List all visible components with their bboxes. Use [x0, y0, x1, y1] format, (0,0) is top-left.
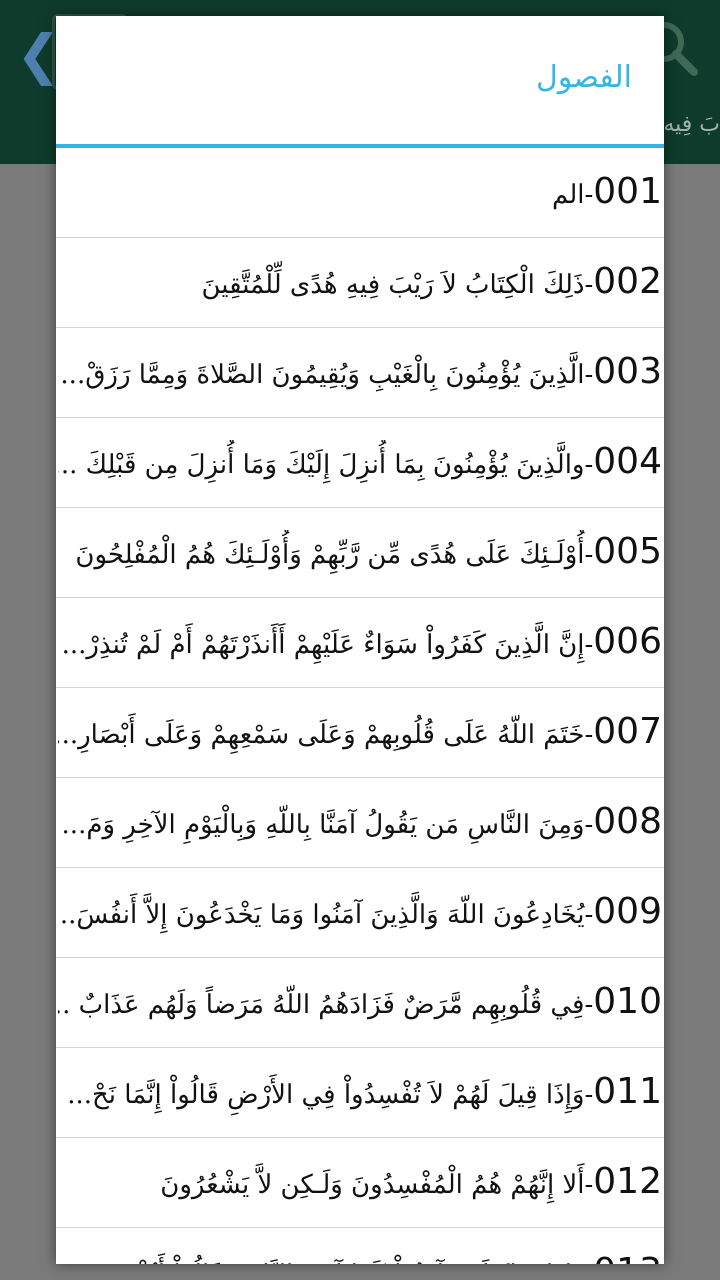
- list-item[interactable]: 002-ذَلِكَ الْكِتَابُ لاَ رَيْبَ فِيهِ ه…: [56, 238, 664, 328]
- chapter-list: 001-الم 002-ذَلِكَ الْكِتَابُ لاَ رَيْبَ …: [56, 148, 664, 1264]
- list-item[interactable]: 011-وَإِذَا قِيلَ لَهُمْ لاَ تُفْسِدُواْ…: [56, 1048, 664, 1138]
- chapter-number: 002: [593, 261, 662, 302]
- chapter-text: -أَلا إِنَّهُمْ هُمُ الْمُفْسِدُونَ وَلَ…: [160, 1170, 594, 1200]
- chapter-number: 005: [593, 531, 662, 572]
- chapter-number: 009: [593, 891, 662, 932]
- chapter-label: 001-الم: [58, 170, 662, 217]
- chapter-label: 012-أَلا إِنَّهُمْ هُمُ الْمُفْسِدُونَ و…: [58, 1160, 662, 1207]
- list-item[interactable]: 005-أُوْلَـئِكَ عَلَى هُدًى مِّن رَّبِّه…: [56, 508, 664, 598]
- header-subtitle: بَ فِيه: [663, 112, 720, 137]
- dialog-title: الفصول: [536, 60, 632, 95]
- chapter-label: 010-فِي قُلُوبِهِم مَّرَضٌ فَزَادَهُمُ ا…: [58, 980, 662, 1027]
- chapter-text: -إِنَّ الَّذِينَ كَفَرُواْ سَوَاءٌ عَلَي…: [61, 630, 594, 660]
- chapter-text: -خَتَمَ اللّهُ عَلَى قُلُوبِهمْ وَعَلَى …: [58, 720, 594, 750]
- chapter-text: -وَإِذَا قِيلَ لَهُمْ آمِنُواْ كَمَا آمَ…: [70, 1260, 593, 1264]
- chapter-text: -والَّذِينَ يُؤْمِنُونَ بِمَا أُنزِلَ إِ…: [58, 450, 594, 480]
- list-item[interactable]: 007-خَتَمَ اللّهُ عَلَى قُلُوبِهمْ وَعَل…: [56, 688, 664, 778]
- chapter-label: 008-وَمِنَ النَّاسِ مَن يَقُولُ آمَنَّا …: [58, 800, 662, 847]
- chapter-number: 001: [593, 171, 662, 212]
- chapter-text: -ذَلِكَ الْكِتَابُ لاَ رَيْبَ فِيهِ هُدً…: [201, 270, 594, 300]
- chapter-number: 013: [593, 1251, 662, 1264]
- chapter-text: -يُخَادِعُونَ اللّهَ وَالَّذِينَ آمَنُوا…: [58, 900, 594, 930]
- chapter-label: 011-وَإِذَا قِيلَ لَهُمْ لاَ تُفْسِدُواْ…: [58, 1070, 662, 1117]
- chapter-number: 003: [593, 351, 662, 392]
- chapter-label: 006-إِنَّ الَّذِينَ كَفَرُواْ سَوَاءٌ عَ…: [58, 620, 662, 667]
- chapter-text: -الَّذِينَ يُؤْمِنُونَ بِالْغَيْبِ وَيُق…: [60, 360, 594, 390]
- chapter-text: -وَمِنَ النَّاسِ مَن يَقُولُ آمَنَّا بِا…: [61, 810, 594, 840]
- chapter-label: 013-وَإِذَا قِيلَ لَهُمْ آمِنُواْ كَمَا …: [58, 1250, 662, 1264]
- chapter-label: 003-الَّذِينَ يُؤْمِنُونَ بِالْغَيْبِ وَ…: [58, 350, 662, 397]
- chapter-label: 004-والَّذِينَ يُؤْمِنُونَ بِمَا أُنزِلَ…: [58, 440, 662, 487]
- chapter-number: 004: [593, 441, 662, 482]
- chapter-label: 005-أُوْلَـئِكَ عَلَى هُدًى مِّن رَّبِّه…: [58, 530, 662, 577]
- chapter-number: 010: [593, 981, 662, 1022]
- list-item[interactable]: 008-وَمِنَ النَّاسِ مَن يَقُولُ آمَنَّا …: [56, 778, 664, 868]
- chapter-text: -وَإِذَا قِيلَ لَهُمْ لاَ تُفْسِدُواْ فِ…: [67, 1080, 594, 1110]
- chapters-dialog: الفصول 001-الم 002-ذَلِكَ الْكِتَابُ لاَ …: [56, 16, 664, 1264]
- chapter-label: 009-يُخَادِعُونَ اللّهَ وَالَّذِينَ آمَن…: [58, 890, 662, 937]
- list-item[interactable]: 012-أَلا إِنَّهُمْ هُمُ الْمُفْسِدُونَ و…: [56, 1138, 664, 1228]
- chapter-text: -فِي قُلُوبِهِم مَّرَضٌ فَزَادَهُمُ اللّ…: [58, 990, 594, 1020]
- chapter-number: 008: [593, 801, 662, 842]
- chapter-number: 007: [593, 711, 662, 752]
- list-item[interactable]: 013-وَإِذَا قِيلَ لَهُمْ آمِنُواْ كَمَا …: [56, 1228, 664, 1264]
- list-item[interactable]: 006-إِنَّ الَّذِينَ كَفَرُواْ سَوَاءٌ عَ…: [56, 598, 664, 688]
- list-item[interactable]: 009-يُخَادِعُونَ اللّهَ وَالَّذِينَ آمَن…: [56, 868, 664, 958]
- chapter-text: -الم: [552, 180, 594, 210]
- list-item[interactable]: 004-والَّذِينَ يُؤْمِنُونَ بِمَا أُنزِلَ…: [56, 418, 664, 508]
- chapter-number: 011: [593, 1071, 662, 1112]
- chapter-label: 002-ذَلِكَ الْكِتَابُ لاَ رَيْبَ فِيهِ ه…: [58, 260, 662, 307]
- list-item[interactable]: 003-الَّذِينَ يُؤْمِنُونَ بِالْغَيْبِ وَ…: [56, 328, 664, 418]
- chapter-number: 012: [593, 1161, 662, 1202]
- chapter-text: -أُوْلَـئِكَ عَلَى هُدًى مِّن رَّبِّهِمْ…: [75, 540, 594, 570]
- list-item[interactable]: 010-فِي قُلُوبِهِم مَّرَضٌ فَزَادَهُمُ ا…: [56, 958, 664, 1048]
- dialog-header: الفصول: [56, 16, 664, 144]
- chapter-label: 007-خَتَمَ اللّهُ عَلَى قُلُوبِهمْ وَعَل…: [58, 710, 662, 757]
- list-item[interactable]: 001-الم: [56, 148, 664, 238]
- chapter-number: 006: [593, 621, 662, 662]
